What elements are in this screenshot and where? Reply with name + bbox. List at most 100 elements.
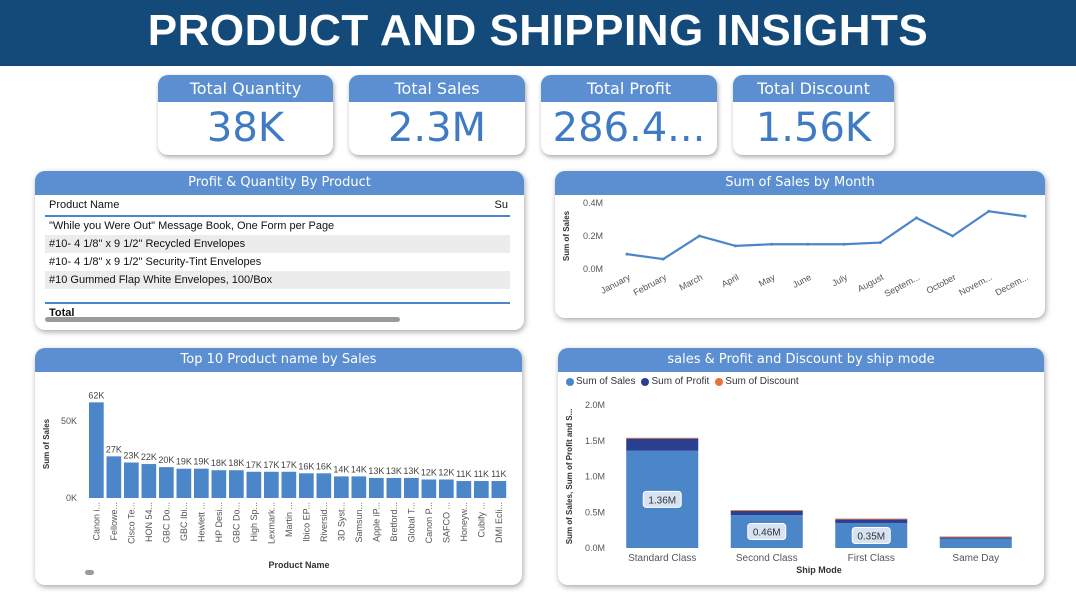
table-header[interactable]: Product Name Su — [45, 195, 510, 217]
bar — [299, 473, 314, 498]
x-tick-label: HON 54... — [144, 502, 154, 542]
kpi-card-total-discount[interactable]: Total Discount 1.56K — [733, 75, 894, 155]
profit-quantity-table-panel[interactable]: Profit & Quantity By Product Product Nam… — [35, 171, 524, 330]
x-tick-label: Samsun... — [354, 502, 364, 543]
bar-data-label: 12K — [438, 467, 454, 477]
panel-title: Top 10 Product name by Sales — [35, 348, 522, 372]
ship-mode-chart[interactable]: 0.0M 0.5M 1.0M 1.5M 2.0M Sum of Sales, Sum of… — [558, 372, 1044, 585]
bar — [124, 462, 139, 498]
bar — [141, 464, 157, 498]
data-point — [1023, 214, 1027, 218]
table-row[interactable]: #10 Gummed Flap White Envelopes, 100/Box — [45, 271, 510, 289]
bar — [386, 477, 402, 498]
x-tick-label: GBC Do... — [231, 502, 241, 543]
bar — [316, 473, 332, 498]
bar-data-label: 0.35M — [857, 531, 885, 542]
bar — [474, 481, 489, 498]
x-tick-label: Cubify ... — [476, 502, 486, 538]
column-header-sum[interactable]: Su — [495, 195, 508, 215]
sales-by-month-panel[interactable]: Sum of Sales by Month 0.0M 0.2M 0.4M Sum of… — [555, 171, 1045, 318]
bar — [369, 477, 384, 498]
x-tick-label: Decem... — [993, 272, 1029, 298]
x-tick-label: 3D Syst... — [336, 502, 346, 541]
data-point — [914, 216, 918, 220]
data-point — [878, 241, 882, 245]
bar-segment — [939, 536, 1012, 538]
top-products-panel[interactable]: Top 10 Product name by Sales 0K 50K Sum of… — [35, 348, 522, 585]
x-tick-label: Novem... — [957, 272, 993, 298]
data-point — [625, 252, 629, 256]
bar — [246, 471, 262, 498]
bar-data-label: 18K — [228, 458, 244, 468]
data-point — [697, 234, 701, 238]
bar-segment — [939, 538, 1012, 548]
x-tick-label: Honeyw... — [459, 502, 469, 542]
bar — [491, 481, 507, 498]
bar-data-label: 17K — [246, 460, 262, 470]
bar-data-label: 11K — [474, 469, 489, 479]
y-axis-title: Sum of Sales — [42, 418, 51, 469]
y-axis-title: Sum of Sales — [562, 210, 571, 261]
table-row[interactable]: "While you Were Out" Message Book, One F… — [45, 217, 510, 235]
product-table[interactable]: Product Name Su "While you Were Out" Mes… — [45, 195, 510, 320]
panel-title: Profit & Quantity By Product — [35, 171, 524, 195]
x-tick-label: Riversid... — [319, 502, 329, 542]
bar-data-label: 1.36M — [648, 495, 676, 506]
y-tick-label: 0K — [66, 493, 77, 503]
ship-mode-panel[interactable]: sales & Profit and Discount by ship mode… — [558, 348, 1044, 585]
x-tick-label: Ibico EP... — [301, 502, 311, 542]
data-point — [770, 242, 774, 246]
data-point — [661, 257, 665, 261]
x-tick-label: January — [599, 272, 632, 296]
bar — [421, 479, 437, 498]
x-axis-title: Ship Mode — [796, 565, 842, 575]
bar-data-label: 16K — [316, 461, 332, 471]
table-row[interactable]: #10- 4 1/8" x 9 1/2" Security-Tint Envel… — [45, 253, 510, 271]
bar-segment — [626, 437, 699, 439]
scroll-handle — [85, 570, 94, 575]
kpi-label: Total Sales — [349, 75, 525, 102]
title-banner: PRODUCT AND SHIPPING INSIGHTS — [0, 0, 1076, 66]
y-tick-label: 0.5M — [585, 507, 605, 517]
kpi-value: 2.3M — [387, 105, 487, 151]
kpi-card-total-profit[interactable]: Total Profit 286.4... — [541, 75, 717, 155]
bar — [211, 470, 227, 498]
bar — [281, 471, 297, 498]
x-tick-label: Second Class — [736, 553, 798, 564]
x-tick-label: Canon i... — [91, 502, 101, 541]
kpi-value: 286.4... — [552, 105, 706, 151]
y-tick-label: 1.5M — [585, 436, 605, 446]
data-point — [734, 244, 738, 248]
top-products-chart[interactable]: 0K 50K Sum of Sales 62K Canon i... 27K Fellowe… — [35, 372, 522, 585]
x-tick-label: DMI Ecli... — [494, 502, 504, 543]
x-tick-label: March — [678, 272, 705, 293]
bar-data-label: 14K — [333, 464, 349, 474]
data-point — [951, 234, 955, 238]
x-tick-label: Lexmark... — [266, 502, 276, 544]
table-row[interactable]: #10- 4 1/8" x 9 1/2" Recycled Envelopes — [45, 235, 510, 253]
x-tick-label: GBC Do... — [161, 502, 171, 543]
column-header-product-name[interactable]: Product Name — [49, 199, 119, 211]
x-tick-label: October — [925, 272, 958, 296]
kpi-card-total-sales[interactable]: Total Sales 2.3M — [349, 75, 525, 155]
x-axis-title: Product Name — [268, 560, 329, 570]
bar-data-label: 14K — [351, 464, 367, 474]
x-tick-label: Global T... — [406, 502, 416, 542]
kpi-card-total-quantity[interactable]: Total Quantity 38K — [158, 75, 333, 155]
bar — [264, 471, 279, 498]
bar — [194, 468, 209, 498]
x-tick-label: High Sp... — [249, 502, 259, 542]
bar-segment — [626, 438, 699, 451]
x-tick-label: Hewlett ... — [196, 502, 206, 542]
page-title: PRODUCT AND SHIPPING INSIGHTS — [147, 6, 929, 55]
bar-data-label: 27K — [106, 444, 122, 454]
sales-line — [626, 210, 1026, 261]
data-point — [987, 209, 991, 213]
sales-by-month-chart[interactable]: 0.0M 0.2M 0.4M Sum of Sales January February M… — [555, 195, 1045, 318]
horizontal-scrollbar[interactable] — [45, 317, 400, 322]
bar-data-label: 12K — [421, 467, 437, 477]
kpi-value: 1.56K — [755, 105, 872, 151]
bar-data-label: 19K — [193, 457, 209, 467]
x-tick-label: May — [757, 272, 777, 289]
kpi-label: Total Quantity — [158, 75, 333, 102]
